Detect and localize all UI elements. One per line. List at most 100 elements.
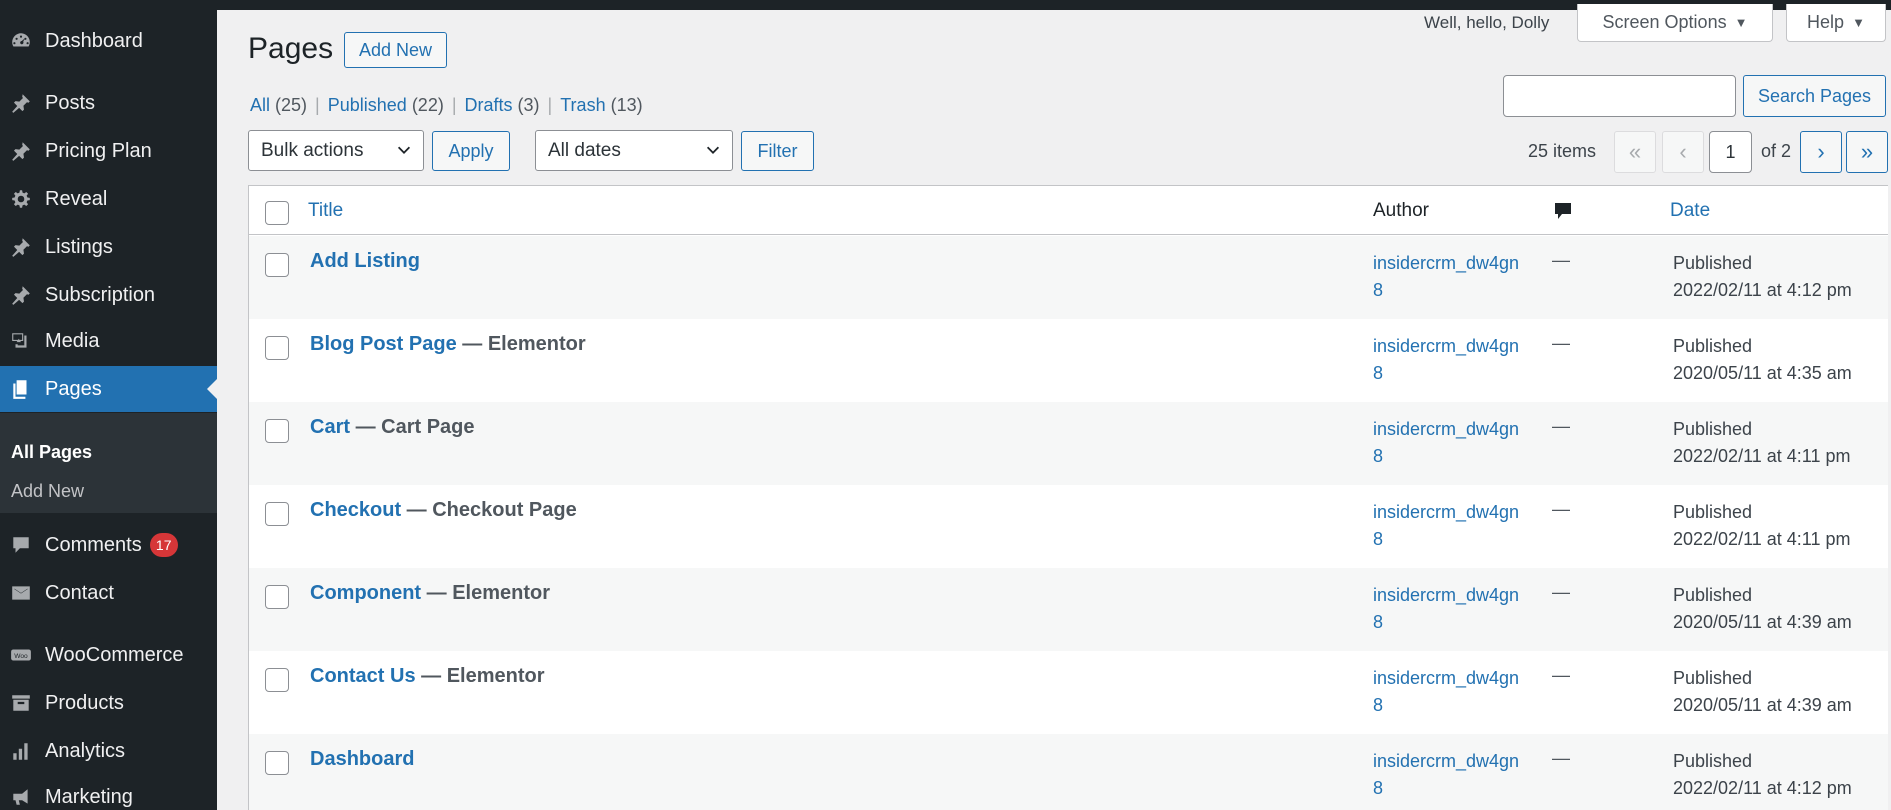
sidebar-item-label: Dashboard	[45, 29, 143, 52]
sidebar-item-subscription[interactable]: Subscription	[0, 272, 217, 318]
sidebar-item-posts[interactable]: Posts	[0, 80, 217, 126]
sidebar-item-label: Products	[45, 691, 124, 714]
row-date-value: 2022/02/11 at 4:11 pm	[1673, 446, 1851, 466]
pin-icon	[8, 282, 34, 308]
row-checkbox[interactable]	[265, 668, 289, 692]
row-author[interactable]: insidercrm_dw4gn 8	[1373, 250, 1533, 304]
chevron-down-icon	[397, 146, 411, 154]
table-row: Contact Us — Elementor insidercrm_dw4gn 8…	[249, 651, 1888, 734]
sidebar-item-reveal[interactable]: Reveal	[0, 176, 217, 222]
row-title: Dashboard	[310, 748, 414, 771]
sidebar-item-pricing-plan[interactable]: Pricing Plan	[0, 128, 217, 174]
row-author[interactable]: insidercrm_dw4gn 8	[1373, 665, 1533, 719]
table-row: Cart — Cart Page insidercrm_dw4gn 8 — Pub…	[249, 402, 1888, 485]
help-button[interactable]: Help ▼	[1786, 4, 1886, 42]
sidebar-item-pages[interactable]: Pages	[0, 366, 217, 412]
title-column-header[interactable]: Title	[308, 200, 343, 222]
row-author[interactable]: insidercrm_dw4gn 8	[1373, 748, 1533, 802]
author-name: insidercrm_dw4gn	[1373, 419, 1520, 439]
row-checkbox[interactable]	[265, 502, 289, 526]
select-all-checkbox[interactable]	[265, 201, 289, 225]
table-row: Checkout — Checkout Page insidercrm_dw4g…	[249, 485, 1888, 568]
sidebar-item-media[interactable]: Media	[0, 318, 217, 364]
sidebar-item-woocommerce[interactable]: Woo WooCommerce	[0, 632, 217, 678]
row-date: Published 2020/05/11 at 4:35 am	[1673, 333, 1878, 387]
media-icon	[8, 328, 34, 354]
sidebar-item-dashboard[interactable]: Dashboard	[0, 18, 217, 64]
page-state: — Elementor	[415, 665, 545, 687]
filter-button[interactable]: Filter	[741, 131, 814, 171]
sidebar-item-label: Marketing	[45, 785, 133, 808]
row-checkbox[interactable]	[265, 585, 289, 609]
table-row: Dashboard insidercrm_dw4gn 8 — Published 2…	[249, 734, 1888, 810]
next-page-button[interactable]: ›	[1800, 131, 1842, 173]
row-author[interactable]: insidercrm_dw4gn 8	[1373, 333, 1533, 387]
comments-count-badge: 17	[149, 533, 178, 557]
search-pages-button[interactable]: Search Pages	[1743, 75, 1886, 117]
row-checkbox[interactable]	[265, 253, 289, 277]
pages-table: Title Author Date Add Listing insidercrm…	[248, 185, 1888, 810]
page-title-link[interactable]: Add Listing	[310, 250, 420, 272]
page-title-link[interactable]: Cart	[310, 416, 350, 438]
sidebar-item-marketing[interactable]: Marketing	[0, 774, 217, 810]
caret-down-icon: ▼	[1734, 15, 1748, 30]
row-author[interactable]: insidercrm_dw4gn 8	[1373, 499, 1533, 553]
gear-icon	[8, 186, 34, 212]
date-filter-select[interactable]: All dates	[535, 130, 733, 171]
user-greeting[interactable]: Well, hello, Dolly	[1424, 13, 1549, 33]
view-trash-link[interactable]: Trash	[560, 95, 605, 115]
date-column-header[interactable]: Date	[1670, 200, 1710, 222]
sidebar-item-listings[interactable]: Listings	[0, 224, 217, 270]
sidebar-item-analytics[interactable]: Analytics	[0, 728, 217, 774]
page-state: — Cart Page	[350, 416, 475, 438]
sidebar-item-contact[interactable]: Contact	[0, 570, 217, 616]
row-author[interactable]: insidercrm_dw4gn 8	[1373, 416, 1533, 470]
row-author[interactable]: insidercrm_dw4gn 8	[1373, 582, 1533, 636]
row-date-value: 2022/02/11 at 4:12 pm	[1673, 778, 1852, 798]
sidebar-item-label: Pricing Plan	[45, 139, 152, 162]
comment-icon	[8, 532, 34, 558]
row-date-value: 2022/02/11 at 4:12 pm	[1673, 280, 1852, 300]
submenu-add-new[interactable]: Add New	[11, 481, 84, 502]
pages-submenu: All Pages Add New	[0, 413, 217, 513]
sidebar-item-comments[interactable]: Comments 17	[0, 522, 217, 568]
author-name: insidercrm_dw4gn	[1373, 668, 1520, 688]
woo-icon: Woo	[8, 642, 34, 668]
view-published-link[interactable]: Published	[328, 95, 407, 115]
bar-chart-icon	[8, 738, 34, 764]
row-title: Blog Post Page — Elementor	[310, 333, 586, 356]
page-title-link[interactable]: Blog Post Page	[310, 333, 457, 355]
view-all-link[interactable]: All	[250, 95, 270, 115]
page-title-link[interactable]: Component	[310, 582, 421, 604]
total-pages: of 2	[1761, 141, 1792, 161]
bulk-actions-select[interactable]: Bulk actions	[248, 130, 424, 171]
last-page-button[interactable]: »	[1846, 131, 1888, 173]
items-count: 25 items	[1528, 141, 1597, 161]
row-checkbox[interactable]	[265, 751, 289, 775]
row-title: Cart — Cart Page	[310, 416, 475, 439]
row-checkbox[interactable]	[265, 336, 289, 360]
megaphone-icon	[8, 784, 34, 810]
row-date: Published 2022/02/11 at 4:11 pm	[1673, 499, 1878, 553]
view-drafts-link[interactable]: Drafts	[465, 95, 513, 115]
bulk-actions-value: Bulk actions	[261, 139, 364, 161]
submenu-all-pages[interactable]: All Pages	[11, 442, 92, 463]
apply-button[interactable]: Apply	[432, 131, 510, 171]
sidebar-item-label: Pages	[45, 377, 102, 400]
separator: |	[547, 95, 553, 115]
author-name-cont: 8	[1373, 446, 1384, 466]
page-title-link[interactable]: Dashboard	[310, 748, 414, 770]
row-checkbox[interactable]	[265, 419, 289, 443]
sidebar-item-products[interactable]: Products	[0, 680, 217, 726]
search-input[interactable]	[1503, 75, 1736, 117]
author-column-header: Author	[1373, 200, 1429, 221]
sidebar-item-label: Contact	[45, 581, 114, 604]
mail-icon	[8, 580, 34, 606]
screen-options-button[interactable]: Screen Options ▼	[1577, 4, 1773, 42]
row-comments: —	[1552, 416, 1570, 436]
pin-icon	[8, 138, 34, 164]
current-page-input[interactable]: 1	[1709, 131, 1752, 173]
page-title-link[interactable]: Contact Us	[310, 665, 416, 687]
add-new-button[interactable]: Add New	[344, 32, 447, 68]
page-title-link[interactable]: Checkout	[310, 499, 401, 521]
